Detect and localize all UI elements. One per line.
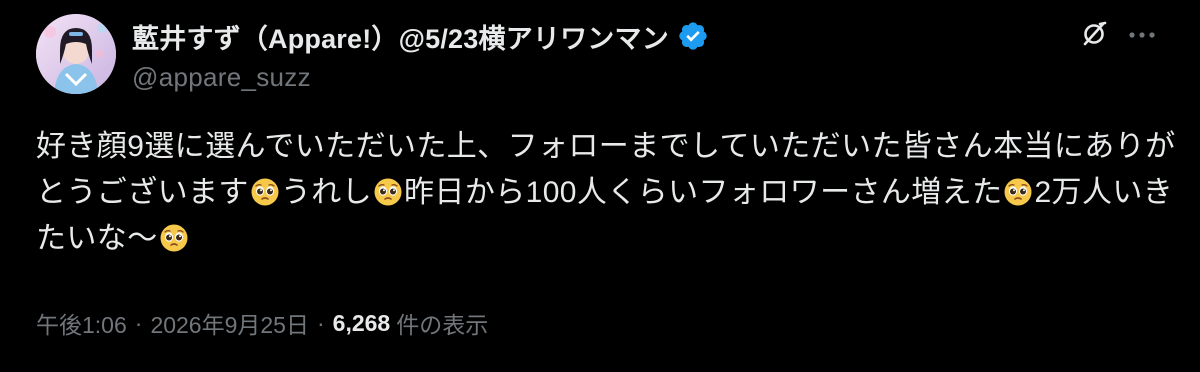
author-name-row[interactable]: 藍井すず（Appare!）@5/23横アリワンマン [132, 18, 709, 54]
views-label: 件の表示 [396, 312, 489, 338]
grok-icon [1079, 19, 1109, 54]
tweet-date[interactable]: 2026年9月25日 [150, 306, 309, 340]
more-options-button[interactable] [1120, 18, 1164, 54]
meta-separator: · [134, 309, 143, 336]
tweet-text-segment: うれし [280, 176, 373, 209]
views-count: 6,268 [332, 309, 391, 336]
pleading-face-icon [373, 175, 403, 206]
author-handle[interactable]: @appare_suzz [132, 62, 311, 93]
pleading-face-icon [250, 175, 280, 206]
verified-badge-icon [677, 20, 709, 52]
pleading-face-icon [159, 221, 189, 252]
tweet-text-segment: 昨日から100人くらいフォロワーさん増えた [404, 176, 1003, 209]
tweet-time[interactable]: 午後1:06 [36, 306, 127, 340]
tweet-meta: 午後1:06 · 2026年9月25日 · 6,268 件の表示 [36, 306, 488, 340]
tweet-card: 藍井すず（Appare!）@5/23横アリワンマン @appare_suzz 好… [0, 0, 1200, 372]
grok-button[interactable] [1072, 18, 1116, 54]
author-display-name[interactable]: 藍井すず（Appare!）@5/23横アリワンマン [132, 17, 669, 56]
tweet-text: 好き顔9選に選んでいただいた上、フォローまでしていただいた皆さん本当にありがとう… [36, 124, 1176, 262]
more-dots-icon [1127, 27, 1157, 45]
avatar[interactable] [36, 14, 116, 94]
meta-separator: · [316, 309, 325, 336]
pleading-face-icon [1003, 175, 1033, 206]
